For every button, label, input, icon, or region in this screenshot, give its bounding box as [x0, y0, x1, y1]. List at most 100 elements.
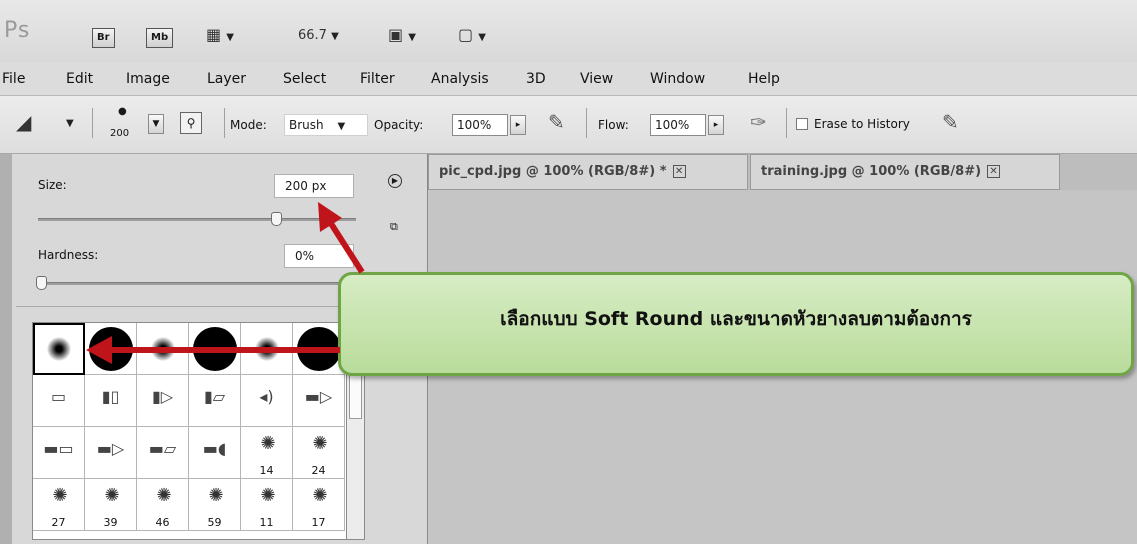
- brush-preset[interactable]: [189, 323, 241, 375]
- menu-analysis[interactable]: Analysis: [431, 71, 489, 87]
- panel-menu-icon[interactable]: ▶: [388, 174, 402, 188]
- brush-preset[interactable]: ✺ 17: [293, 479, 345, 531]
- brush-preset[interactable]: [85, 323, 137, 375]
- tablet-pressure-size-icon[interactable]: ✎: [942, 110, 959, 134]
- menu-filter[interactable]: Filter: [360, 71, 395, 87]
- soft-round-brush-icon: [47, 337, 71, 361]
- brush-preset[interactable]: ✺ 27: [33, 479, 85, 531]
- menu-image[interactable]: Image: [126, 71, 170, 87]
- brush-preset[interactable]: ✺ 46: [137, 479, 189, 531]
- brush-preset[interactable]: ✺ 11: [241, 479, 293, 531]
- brush-picker-dropdown[interactable]: ▼: [148, 114, 164, 134]
- brush-preset[interactable]: ▭: [33, 375, 85, 427]
- scatter-brush-icon: ✺: [52, 485, 67, 506]
- hard-round-brush-icon: [297, 327, 341, 371]
- brush-preset[interactable]: ✺ 39: [85, 479, 137, 531]
- scatter-brush-icon: ✺: [104, 485, 119, 506]
- tablet-pressure-icon[interactable]: ✎: [548, 110, 565, 134]
- brush-preset-grid: ▭ ▮▯ ▮▷ ▮▱ ◂) ▬▷ ▬▭ ▬▷ ▬▱ ▬◖ ✺ 14 ✺ 24 ✺ 27 ✺ 39 ✺ 46 ✺ 59 ✺ 11…: [32, 322, 347, 540]
- opacity-label: Opacity:: [374, 118, 424, 132]
- brush-preset[interactable]: [241, 323, 293, 375]
- zoom-level[interactable]: 66.7 ▼: [298, 28, 339, 43]
- hard-round-brush-icon: [193, 327, 237, 371]
- chalk-brush-icon: ▮▷: [151, 387, 174, 406]
- brush-preset[interactable]: ▮▱: [189, 375, 241, 427]
- hardness-slider-track[interactable]: [38, 282, 356, 285]
- brush-preset[interactable]: ▬▷: [293, 375, 345, 427]
- hardness-label: Hardness:: [38, 248, 99, 262]
- chalk-brush-icon: ◂): [259, 387, 274, 406]
- menu-3d[interactable]: 3D: [526, 71, 546, 87]
- brush-preset[interactable]: ✺ 59: [189, 479, 241, 531]
- brush-panel-icon[interactable]: ⚲: [180, 112, 202, 134]
- separator: [586, 108, 587, 138]
- menu-help[interactable]: Help: [748, 71, 780, 87]
- menu-view[interactable]: View: [580, 71, 613, 87]
- size-slider-thumb[interactable]: [271, 212, 282, 226]
- scatter-brush-icon: ✺: [208, 485, 223, 506]
- separator: [786, 108, 787, 138]
- chalk-brush-icon: ▬▷: [304, 387, 333, 406]
- eraser-icon[interactable]: ◢: [16, 110, 31, 134]
- brush-preset[interactable]: ▬◖: [189, 427, 241, 479]
- brush-preset[interactable]: ▬▭: [33, 427, 85, 479]
- brush-preset[interactable]: ▮▷: [137, 375, 189, 427]
- opacity-slider-toggle[interactable]: ▸: [510, 115, 526, 135]
- menu-select[interactable]: Select: [283, 71, 326, 87]
- close-icon[interactable]: ✕: [672, 165, 686, 178]
- brush-preset[interactable]: ▬▱: [137, 427, 189, 479]
- brush-size-number: 27: [51, 516, 66, 529]
- menu-window[interactable]: Window: [650, 71, 705, 87]
- menu-layer[interactable]: Layer: [207, 71, 246, 87]
- scatter-brush-icon: ✺: [312, 485, 327, 506]
- scatter-brush-icon: ✺: [312, 433, 327, 454]
- brush-preset[interactable]: ▮▯: [85, 375, 137, 427]
- new-preset-icon[interactable]: ⧉: [390, 220, 398, 234]
- tab-pic-cpd[interactable]: pic_cpd.jpg @ 100% (RGB/8#) * ✕: [428, 154, 748, 190]
- scatter-brush-icon: ✺: [260, 485, 275, 506]
- view-extras-icon[interactable]: ▦ ▼: [206, 25, 234, 44]
- brush-size-number: 11: [259, 516, 274, 529]
- mode-label: Mode:: [230, 118, 267, 132]
- hardness-slider-thumb[interactable]: [36, 276, 47, 290]
- tools-panel-edge: [0, 154, 12, 544]
- chalk-brush-icon: ▭: [50, 387, 67, 406]
- menu-edit[interactable]: Edit: [66, 71, 93, 87]
- separator: [224, 108, 225, 138]
- brush-size-number: 17: [311, 516, 326, 529]
- flow-slider-toggle[interactable]: ▸: [708, 115, 724, 135]
- brush-preset[interactable]: [137, 323, 189, 375]
- flow-input[interactable]: 100%: [650, 114, 706, 136]
- chalk-brush-icon: ▬▭: [43, 439, 74, 458]
- erase-to-history-label: Erase to History: [814, 117, 910, 131]
- menu-file[interactable]: File: [2, 71, 25, 87]
- erase-to-history-checkbox[interactable]: [796, 118, 808, 130]
- scrollbar-thumb[interactable]: [349, 375, 362, 419]
- soft-round-brush-icon: [255, 337, 279, 361]
- close-icon[interactable]: ✕: [987, 165, 1001, 178]
- bridge-button[interactable]: Br: [92, 28, 115, 48]
- mode-select[interactable]: Brush ▼: [284, 114, 368, 136]
- airbrush-icon[interactable]: ✑: [750, 110, 767, 134]
- opacity-input[interactable]: 100%: [452, 114, 508, 136]
- tool-preset-dropdown[interactable]: ▼: [66, 118, 74, 129]
- brush-preset[interactable]: ▬▷: [85, 427, 137, 479]
- flow-label: Flow:: [598, 118, 629, 132]
- photoshop-logo: Ps: [4, 18, 31, 43]
- brush-preset[interactable]: ◂): [241, 375, 293, 427]
- brush-preset[interactable]: ✺ 14: [241, 427, 293, 479]
- brush-preset[interactable]: ✺ 24: [293, 427, 345, 479]
- brush-size-number: 59: [207, 516, 222, 529]
- hardness-input[interactable]: 0%: [284, 244, 354, 268]
- brush-preset[interactable]: [33, 323, 85, 375]
- options-bar: ◢ ▼ ● 200 ▼ ⚲ Mode: Brush ▼ Opacity: 100…: [0, 96, 1137, 154]
- arrange-documents-icon[interactable]: ▣ ▼: [388, 25, 416, 44]
- brush-size-number: 24: [311, 464, 326, 477]
- tab-training[interactable]: training.jpg @ 100% (RGB/8#) ✕: [750, 154, 1060, 190]
- chalk-brush-icon: ▬◖: [202, 439, 227, 458]
- mini-bridge-button[interactable]: Mb: [146, 28, 174, 48]
- screen-mode-icon[interactable]: ▢ ▼: [458, 25, 486, 44]
- brush-preview-dot: ●: [118, 106, 127, 117]
- size-slider-track[interactable]: [38, 218, 356, 221]
- size-input[interactable]: 200 px: [274, 174, 354, 198]
